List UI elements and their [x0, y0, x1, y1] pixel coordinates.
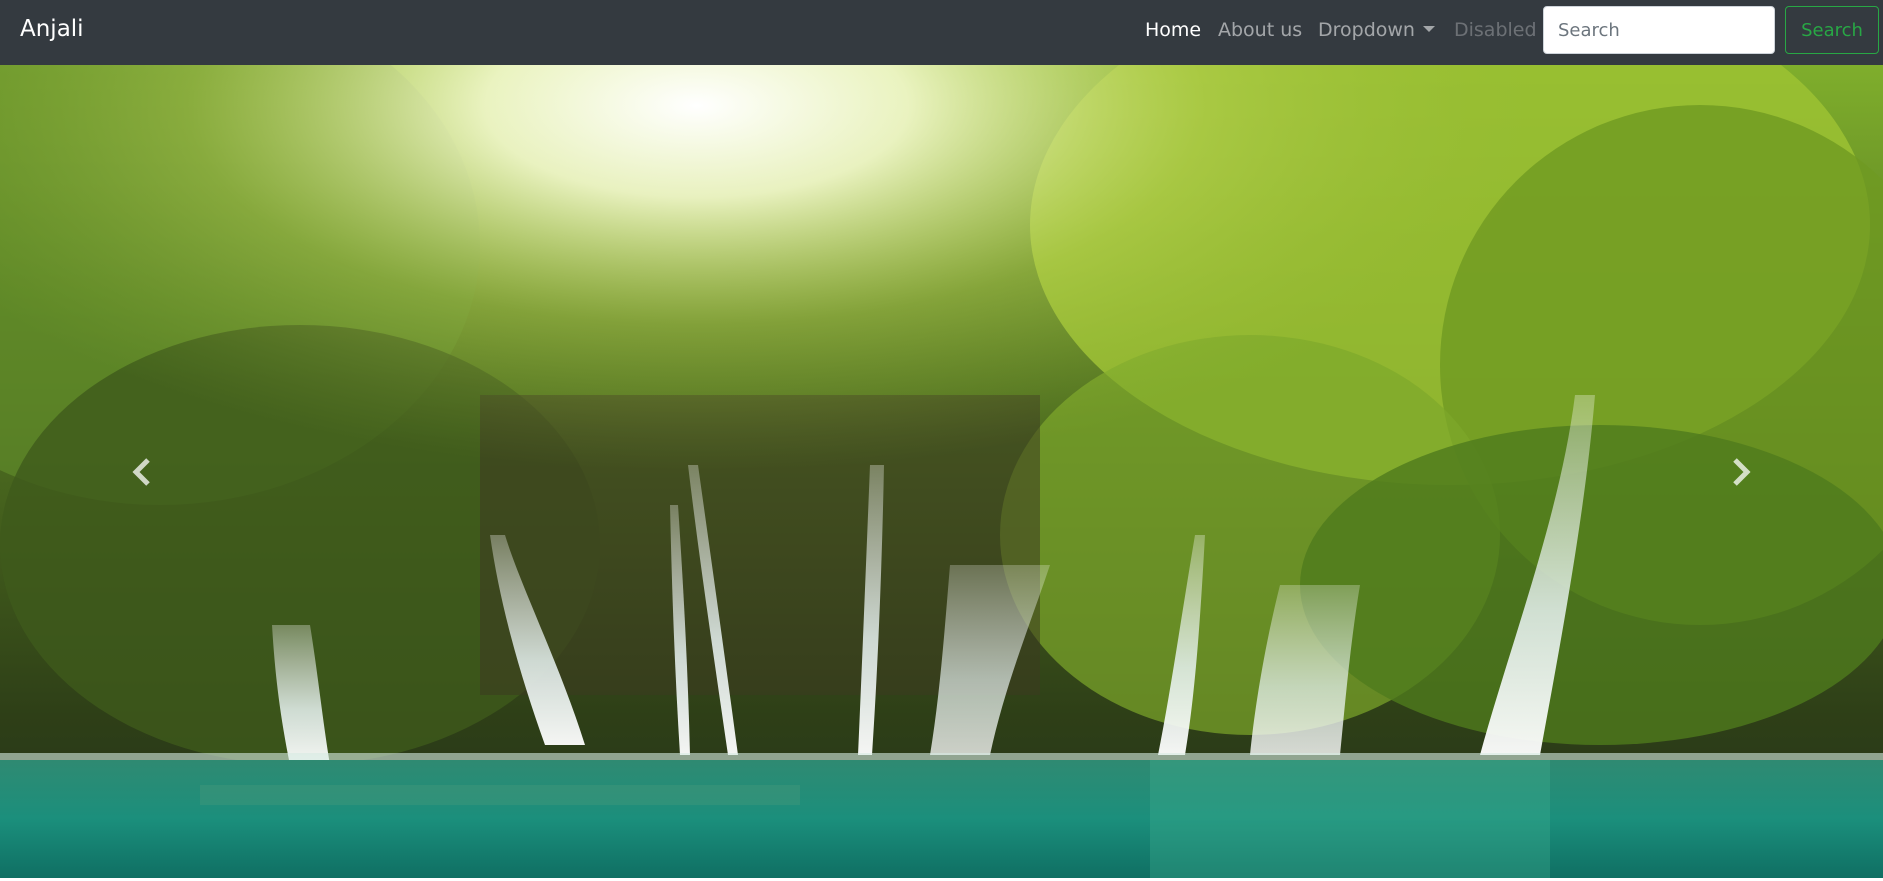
- carousel: [0, 65, 1883, 878]
- nav-link-home[interactable]: Home: [1145, 18, 1201, 42]
- search-button[interactable]: Search: [1785, 6, 1879, 54]
- nav-dropdown-toggle[interactable]: Dropdown: [1318, 18, 1435, 42]
- carousel-next-control[interactable]: [1601, 65, 1883, 878]
- chevron-right-icon: [1733, 457, 1751, 486]
- nav-link-disabled: Disabled: [1454, 19, 1537, 41]
- nav-dropdown-label: Dropdown: [1318, 19, 1415, 41]
- carousel-prev-control[interactable]: [0, 65, 282, 878]
- caret-down-icon: [1422, 26, 1435, 32]
- navbar: Anjali Home About us Dropdown Disabled S…: [0, 0, 1883, 65]
- chevron-left-icon: [132, 457, 150, 486]
- nav-link-about-us[interactable]: About us: [1218, 18, 1302, 42]
- search-input[interactable]: [1543, 6, 1775, 54]
- brand-link[interactable]: Anjali: [20, 14, 84, 44]
